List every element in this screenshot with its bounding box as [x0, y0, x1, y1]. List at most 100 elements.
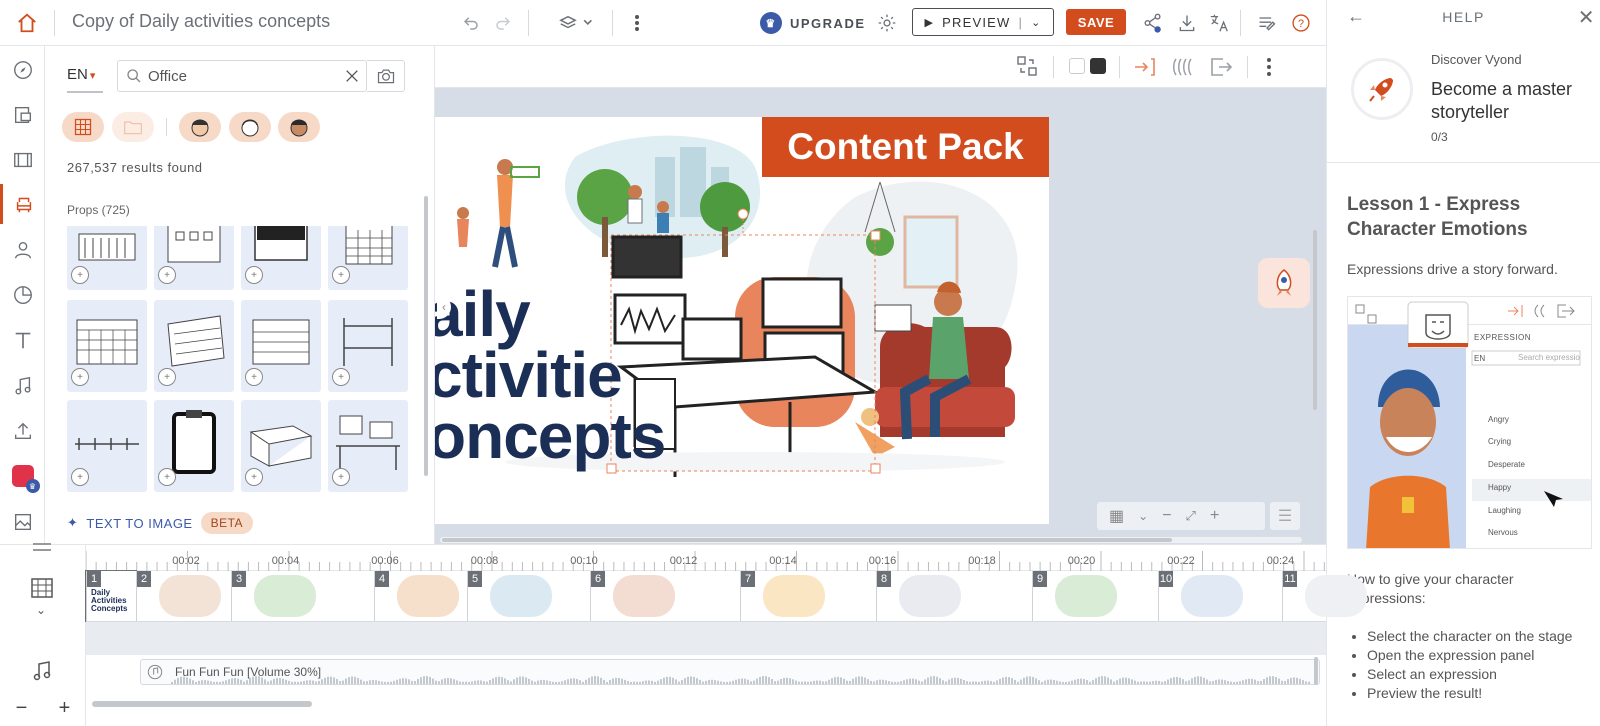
music-note-icon[interactable]: [0, 366, 45, 406]
fit-screen-icon[interactable]: ⤢: [1186, 508, 1196, 524]
zoom-icon[interactable]: +: [71, 468, 89, 486]
chevron-down-icon[interactable]: ⌄: [36, 603, 46, 617]
close-icon[interactable]: ✕: [1578, 5, 1596, 30]
zoom-icon[interactable]: +: [332, 368, 350, 386]
zoom-icon[interactable]: +: [71, 266, 89, 284]
home-icon[interactable]: [14, 10, 40, 36]
share-icon[interactable]: [1140, 10, 1166, 36]
props-chair-icon[interactable]: [0, 184, 45, 224]
scene-clip[interactable]: 5: [467, 571, 590, 621]
prop-tile[interactable]: +: [154, 400, 234, 492]
scene-clip[interactable]: 4: [374, 571, 467, 621]
prop-tile[interactable]: +: [328, 226, 408, 290]
prop-tile[interactable]: +: [328, 300, 408, 392]
swap-icon[interactable]: [1015, 54, 1039, 83]
scenes-film-icon[interactable]: [0, 140, 45, 180]
zoom-out-icon[interactable]: −: [1162, 507, 1171, 525]
motion-path-icon[interactable]: [1171, 55, 1197, 84]
scene-canvas[interactable]: Content Pack aily ctivitie oncepts: [435, 117, 1049, 524]
grid-view-icon[interactable]: ▦: [1109, 506, 1124, 526]
scene-clip[interactable]: 2: [136, 571, 231, 621]
scene-clip[interactable]: 11: [1282, 571, 1367, 621]
prop-tile[interactable]: +: [241, 300, 321, 392]
document-title[interactable]: Copy of Daily activities concepts: [72, 11, 330, 32]
timeline-zoom-in-icon[interactable]: +: [59, 697, 71, 720]
scene-clip[interactable]: 9: [1032, 571, 1158, 621]
more-vertical-icon[interactable]: [624, 10, 650, 36]
drag-handle-icon[interactable]: [33, 543, 51, 551]
library-scrollbar[interactable]: [424, 196, 428, 476]
charts-pie-icon[interactable]: [0, 275, 45, 315]
time-ruler[interactable]: 00:02 00:04 00:06 00:08 00:10 00:12 00:14 00:16…: [86, 545, 1326, 571]
upload-icon[interactable]: [0, 411, 45, 451]
zoom-icon[interactable]: +: [245, 368, 263, 386]
help-circle-icon[interactable]: ?: [1288, 10, 1314, 36]
prop-tile[interactable]: +: [67, 226, 147, 290]
stroke-color-swatch[interactable]: [1090, 58, 1106, 74]
prop-tile[interactable]: +: [67, 400, 147, 492]
scene-clip[interactable]: 8: [876, 571, 1032, 621]
image-gallery-icon[interactable]: [0, 502, 45, 542]
filter-character-style-2[interactable]: [229, 112, 271, 142]
download-icon[interactable]: [1174, 10, 1200, 36]
panel-toggle-icon[interactable]: ☰: [1270, 502, 1300, 530]
redo-icon[interactable]: [490, 10, 516, 36]
scene-clip[interactable]: 10: [1158, 571, 1282, 621]
search-input[interactable]: [148, 66, 338, 86]
prop-tile[interactable]: +: [328, 400, 408, 492]
scenes-track-icon[interactable]: [30, 577, 54, 604]
text-icon[interactable]: [0, 320, 45, 360]
enter-effect-icon[interactable]: [1133, 55, 1157, 84]
filter-folder-icon[interactable]: [112, 112, 154, 142]
audio-track-end-handle[interactable]: [1314, 657, 1318, 685]
compass-icon[interactable]: [0, 50, 45, 90]
templates-icon[interactable]: [0, 95, 45, 135]
language-select[interactable]: EN ▾: [67, 66, 95, 83]
camera-search-icon[interactable]: [367, 60, 405, 92]
zoom-icon[interactable]: +: [332, 266, 350, 284]
prop-tile[interactable]: +: [154, 300, 234, 392]
scene-clip[interactable]: 3: [231, 571, 374, 621]
settings-gear-icon[interactable]: [874, 10, 900, 36]
timeline-scrollbar[interactable]: [92, 701, 312, 707]
props-section-label[interactable]: Props (725): [67, 203, 130, 217]
upgrade-button[interactable]: ♛ UPGRADE: [760, 10, 866, 36]
script-notes-icon[interactable]: [1254, 10, 1280, 36]
clear-search-icon[interactable]: [344, 68, 360, 89]
fill-color-swatch[interactable]: [1069, 58, 1085, 74]
chevron-down-icon[interactable]: ⌄: [1031, 16, 1041, 29]
discover-card[interactable]: Discover Vyond Become a master storytell…: [1327, 34, 1600, 163]
more-vertical-icon[interactable]: [1266, 57, 1272, 82]
scene-clip[interactable]: 1 Daily Activities Concepts: [85, 570, 137, 622]
filter-props-icon[interactable]: [62, 112, 104, 142]
timeline-zoom-out-icon[interactable]: −: [16, 697, 28, 720]
zoom-icon[interactable]: +: [71, 368, 89, 386]
prop-tile[interactable]: +: [154, 226, 234, 290]
back-arrow-icon[interactable]: ←: [1347, 6, 1367, 27]
zoom-in-icon[interactable]: +: [1210, 507, 1219, 525]
scene-clip[interactable]: 7: [740, 571, 876, 621]
zoom-icon[interactable]: +: [158, 468, 176, 486]
filter-character-style-1[interactable]: [179, 112, 221, 142]
prop-tile[interactable]: +: [241, 226, 321, 290]
text-to-image-button[interactable]: ✦ TEXT TO IMAGE BETA: [67, 510, 254, 536]
stage-horizontal-scrollbar[interactable]: [442, 538, 1172, 542]
characters-person-icon[interactable]: [0, 230, 45, 270]
premium-app-icon[interactable]: ♛: [0, 456, 45, 496]
scene-clip[interactable]: 6: [590, 571, 740, 621]
exit-effect-icon[interactable]: [1209, 55, 1233, 84]
filter-character-style-3[interactable]: [278, 112, 320, 142]
undo-icon[interactable]: [458, 10, 484, 36]
rocket-help-button[interactable]: [1258, 258, 1310, 308]
zoom-icon[interactable]: +: [158, 266, 176, 284]
layers-dropdown[interactable]: [554, 10, 600, 36]
zoom-icon[interactable]: +: [332, 468, 350, 486]
zoom-icon[interactable]: +: [245, 468, 263, 486]
zoom-icon[interactable]: +: [245, 266, 263, 284]
save-button[interactable]: SAVE: [1066, 9, 1126, 35]
translate-icon[interactable]: [1206, 10, 1232, 36]
music-note-icon[interactable]: [30, 659, 54, 688]
zoom-icon[interactable]: +: [158, 368, 176, 386]
stage-vertical-scrollbar[interactable]: [1313, 230, 1317, 410]
chevron-down-icon[interactable]: ⌄: [1138, 509, 1148, 523]
